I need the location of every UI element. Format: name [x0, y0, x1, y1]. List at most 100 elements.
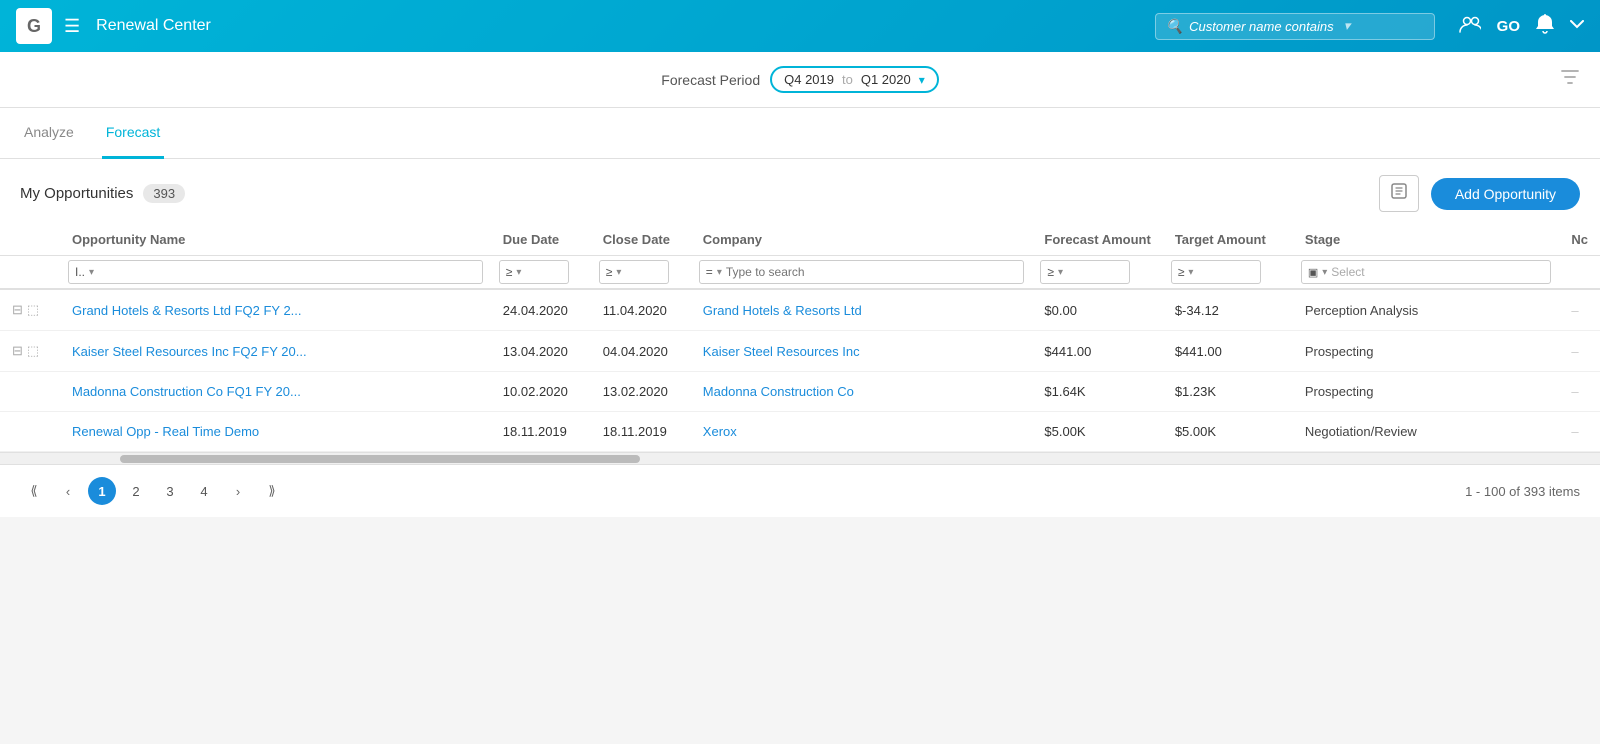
header-search-bar[interactable]: 🔍 Customer name contains ▾: [1155, 13, 1435, 40]
filter-cell-close[interactable]: ≥ ▾: [591, 256, 691, 290]
col-header-actions: [0, 224, 60, 256]
my-opportunities-label: My Opportunities: [20, 185, 133, 202]
due-date-2: 13.04.2020: [491, 331, 591, 372]
row-actions-2: ⊟ ⬚: [0, 331, 60, 372]
bell-icon[interactable]: [1536, 14, 1554, 39]
forecast-period-label: Forecast Period: [661, 72, 760, 88]
target-amount-1: $-34.12: [1163, 289, 1293, 331]
target-filter-arrow[interactable]: ▾: [1188, 267, 1193, 278]
pagination-info: 1 - 100 of 393 items: [1465, 484, 1580, 499]
page-prev-button[interactable]: ‹: [54, 477, 82, 505]
row-icon-2[interactable]: ⊟: [12, 343, 23, 359]
tab-forecast[interactable]: Forecast: [102, 108, 164, 159]
stage-filter-arrow[interactable]: ▾: [1322, 267, 1327, 278]
stage-3: Prospecting: [1293, 372, 1560, 412]
main-content: My Opportunities 393 Add Opportunity Opp…: [0, 159, 1600, 517]
go-button[interactable]: GO: [1497, 18, 1520, 35]
due-filter-op: ≥: [506, 265, 513, 279]
company-4[interactable]: Xerox: [691, 412, 1033, 452]
page-last-button[interactable]: ⟫: [258, 477, 286, 505]
company-2[interactable]: Kaiser Steel Resources Inc: [691, 331, 1033, 372]
toolbar-right: Add Opportunity: [1379, 175, 1580, 212]
export-button[interactable]: [1379, 175, 1419, 212]
opportunity-name-4[interactable]: Renewal Opp - Real Time Demo: [60, 412, 491, 452]
target-amount-3: $1.23K: [1163, 372, 1293, 412]
subheader: Forecast Period Q4 2019 to Q1 2020 ▾: [0, 52, 1600, 108]
team-icon[interactable]: [1459, 15, 1481, 38]
close-filter-arrow[interactable]: ▾: [616, 267, 621, 278]
opportunity-name-3[interactable]: Madonna Construction Co FQ1 FY 20...: [60, 372, 491, 412]
nc-1: –: [1559, 289, 1600, 331]
period-selector[interactable]: Q4 2019 to Q1 2020 ▾: [770, 66, 939, 93]
col-header-forecast: Forecast Amount: [1032, 224, 1162, 256]
target-filter-op: ≥: [1178, 265, 1185, 279]
page-number-4[interactable]: 4: [190, 477, 218, 505]
table-row: ⊟ ⬚ Grand Hotels & Resorts Ltd FQ2 FY 2.…: [0, 289, 1600, 331]
row-actions-1: ⊟ ⬚: [0, 289, 60, 331]
period-dropdown-arrow[interactable]: ▾: [919, 73, 925, 87]
forecast-amount-2: $441.00: [1032, 331, 1162, 372]
page-number-2[interactable]: 2: [122, 477, 150, 505]
filter-cell-company[interactable]: = ▾: [691, 256, 1033, 290]
hscroll-thumb[interactable]: [120, 455, 640, 463]
name-filter-value: I..: [75, 265, 85, 279]
page-controls: ⟪ ‹ 1 2 3 4 › ⟫: [20, 477, 286, 505]
header-actions: GO: [1459, 14, 1584, 39]
period-to: to: [842, 72, 853, 87]
forecast-amount-4: $5.00K: [1032, 412, 1162, 452]
nc-3: –: [1559, 372, 1600, 412]
page-number-3[interactable]: 3: [156, 477, 184, 505]
stage-filter-icon: ▣: [1308, 266, 1318, 279]
row-copy-icon-2[interactable]: ⬚: [27, 343, 39, 359]
row-copy-icon-1[interactable]: ⬚: [27, 302, 39, 318]
name-filter-arrow[interactable]: ▾: [89, 267, 94, 278]
horizontal-scrollbar[interactable]: [0, 452, 1600, 464]
filter-cell-nc: [1559, 256, 1600, 290]
name-filter-input[interactable]: [98, 265, 476, 279]
target-amount-4: $5.00K: [1163, 412, 1293, 452]
filter-cell-name[interactable]: I.. ▾: [60, 256, 491, 290]
filter-row: I.. ▾ ≥ ▾ ≥ ▾: [0, 256, 1600, 290]
pagination-bar: ⟪ ‹ 1 2 3 4 › ⟫ 1 - 100 of 393 items: [0, 464, 1600, 517]
toolbar-left: My Opportunities 393: [20, 184, 185, 203]
page-next-button[interactable]: ›: [224, 477, 252, 505]
search-placeholder: Customer name contains: [1189, 19, 1334, 34]
col-header-due: Due Date: [491, 224, 591, 256]
opportunity-name-1[interactable]: Grand Hotels & Resorts Ltd FQ2 FY 2...: [60, 289, 491, 331]
stage-2: Prospecting: [1293, 331, 1560, 372]
close-date-4: 18.11.2019: [591, 412, 691, 452]
stage-1: Perception Analysis: [1293, 289, 1560, 331]
filter-icon[interactable]: [1560, 67, 1580, 92]
filter-cell-stage[interactable]: ▣ ▾ Select: [1293, 256, 1560, 290]
stage-4: Negotiation/Review: [1293, 412, 1560, 452]
tabs-bar: Analyze Forecast: [0, 108, 1600, 159]
forecast-amount-3: $1.64K: [1032, 372, 1162, 412]
app-logo: G: [16, 8, 52, 44]
forecast-filter-arrow[interactable]: ▾: [1058, 267, 1063, 278]
company-filter-input[interactable]: [726, 265, 1018, 279]
forecast-period-section: Forecast Period Q4 2019 to Q1 2020 ▾: [661, 66, 938, 93]
tab-analyze[interactable]: Analyze: [20, 108, 78, 159]
target-amount-2: $441.00: [1163, 331, 1293, 372]
add-opportunity-button[interactable]: Add Opportunity: [1431, 178, 1580, 210]
chevron-down-icon[interactable]: [1570, 17, 1584, 35]
page-first-button[interactable]: ⟪: [20, 477, 48, 505]
menu-icon[interactable]: ☰: [64, 16, 80, 37]
filter-cell-forecast[interactable]: ≥ ▾: [1032, 256, 1162, 290]
filter-cell-target[interactable]: ≥ ▾: [1163, 256, 1293, 290]
opportunity-name-2[interactable]: Kaiser Steel Resources Inc FQ2 FY 20...: [60, 331, 491, 372]
col-header-target: Target Amount: [1163, 224, 1293, 256]
page-number-1[interactable]: 1: [88, 477, 116, 505]
search-dropdown-arrow[interactable]: ▾: [1344, 18, 1351, 34]
toolbar: My Opportunities 393 Add Opportunity: [0, 159, 1600, 224]
company-3[interactable]: Madonna Construction Co: [691, 372, 1033, 412]
company-filter-arrow[interactable]: ▾: [717, 267, 722, 278]
filter-cell-actions: [0, 256, 60, 290]
table-row: Renewal Opp - Real Time Demo 18.11.2019 …: [0, 412, 1600, 452]
filter-cell-due[interactable]: ≥ ▾: [491, 256, 591, 290]
company-1[interactable]: Grand Hotels & Resorts Ltd: [691, 289, 1033, 331]
due-date-1: 24.04.2020: [491, 289, 591, 331]
due-filter-arrow[interactable]: ▾: [516, 267, 521, 278]
row-icon-1[interactable]: ⊟: [12, 302, 23, 318]
header: G ☰ Renewal Center 🔍 Customer name conta…: [0, 0, 1600, 52]
